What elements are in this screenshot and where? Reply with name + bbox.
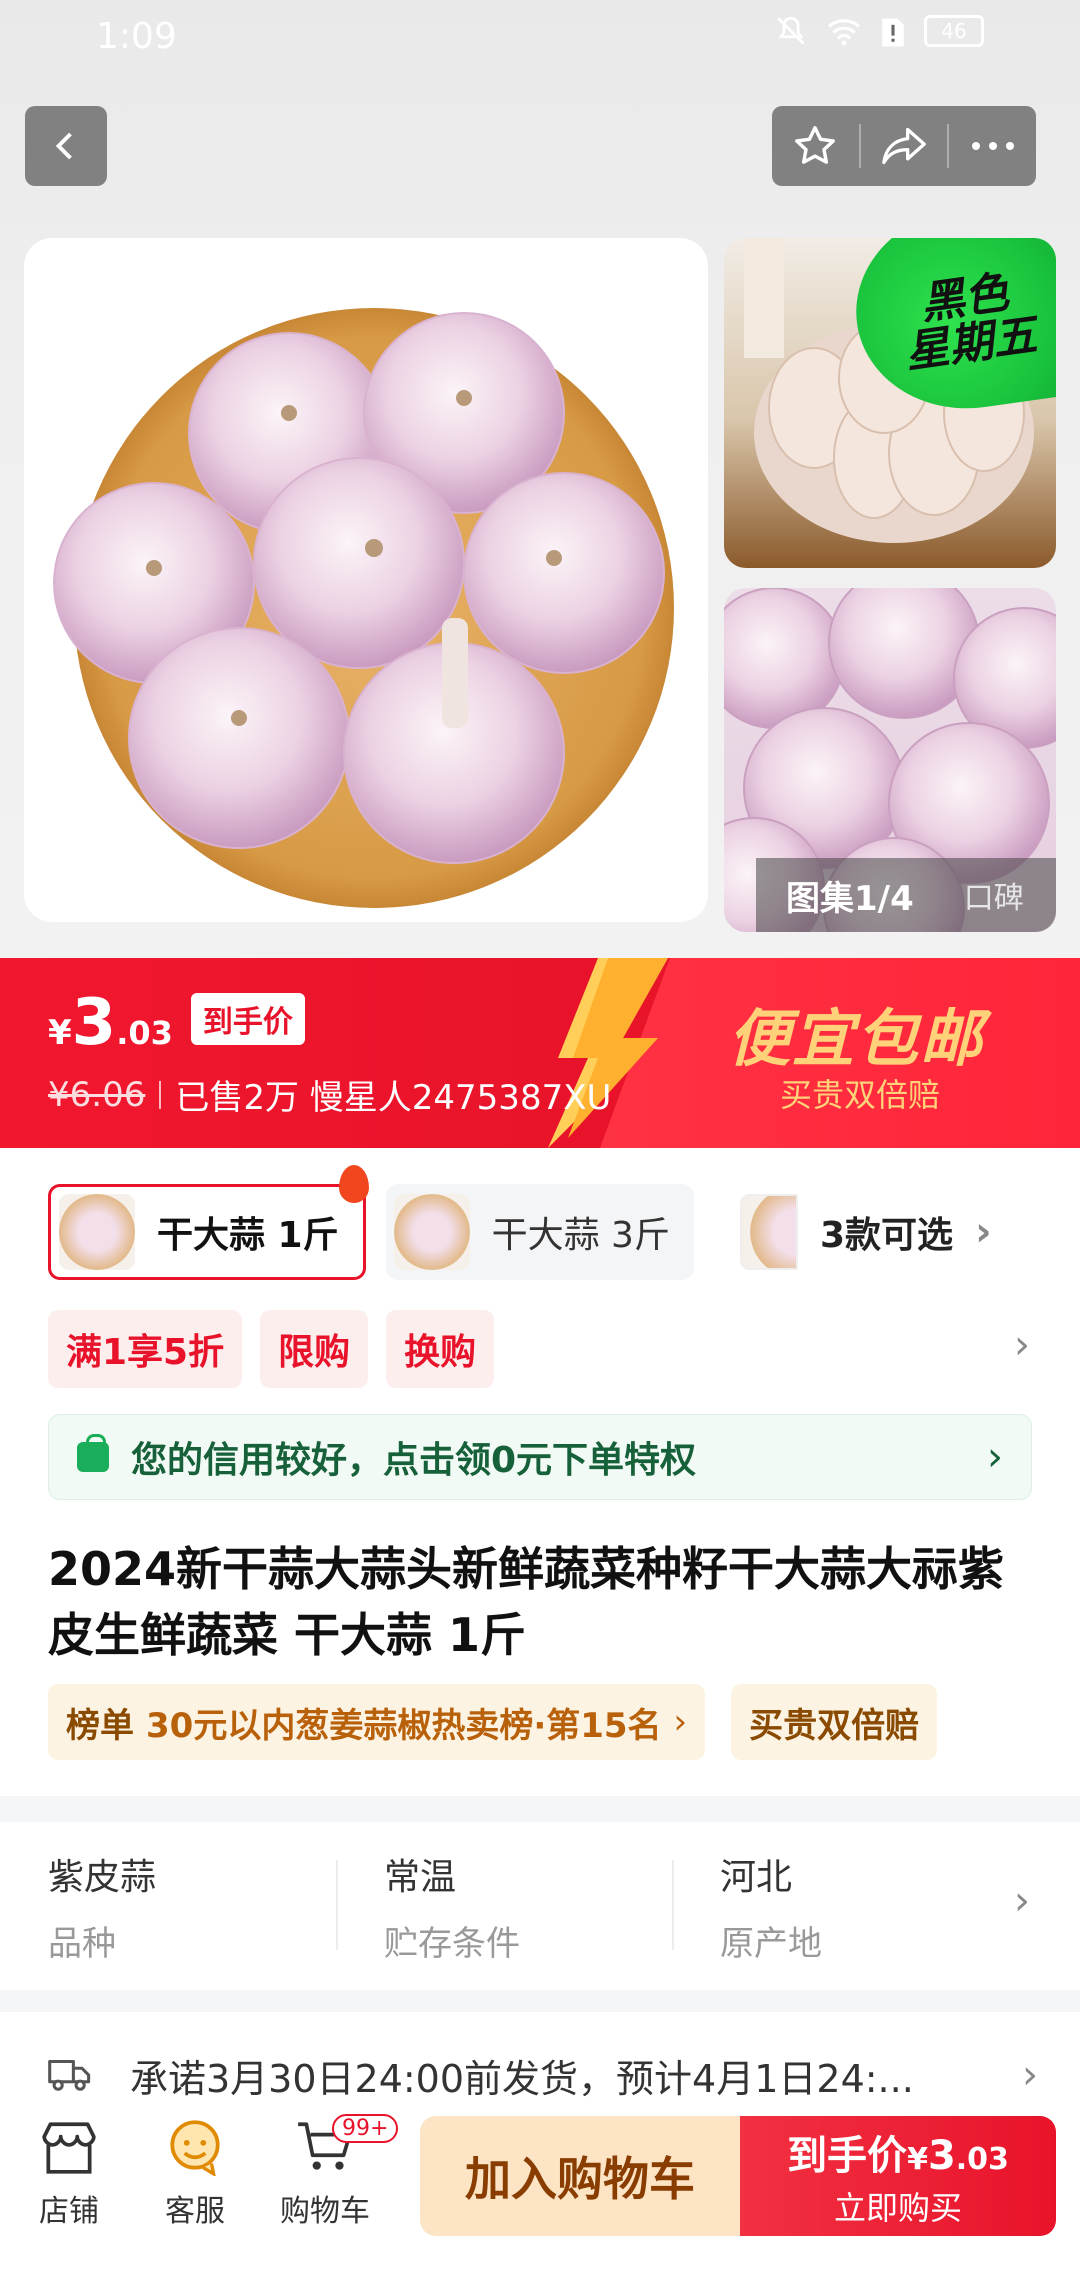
product-attributes[interactable]: 紫皮蒜 品种 常温 贮存条件 河北 原产地 › <box>0 1822 1080 1990</box>
chevron-right-icon: › <box>1014 1878 1030 1924</box>
top-actions <box>772 106 1036 186</box>
promo-tag: 换购 <box>386 1310 495 1388</box>
share-button[interactable] <box>861 106 948 186</box>
lightning-icon <box>548 958 668 1148</box>
customer-service-button[interactable]: 客服 <box>140 2118 250 2230</box>
promo-tags[interactable]: 满1享5折 限购 换购 <box>48 1310 495 1388</box>
chevron-right-icon: › <box>987 1434 1003 1480</box>
mute-bell-icon <box>777 16 805 45</box>
sim-alert-icon <box>882 18 904 47</box>
chevron-right-icon: › <box>673 1702 688 1742</box>
promo-tag: 限购 <box>260 1310 369 1388</box>
chevron-right-icon[interactable]: › <box>1014 1322 1030 1368</box>
sku-selector: 干大蒜 1斤 干大蒜 3斤 <box>48 1165 694 1280</box>
more-dots-icon <box>971 142 1014 150</box>
sku-thumbnail <box>59 1194 135 1270</box>
attribute-origin: 河北 原产地 <box>672 1848 1008 1965</box>
battery-indicator: 46 <box>924 15 984 47</box>
status-bar: 1:09 46 <box>0 0 1080 76</box>
promo-tag: 满1享5折 <box>48 1310 243 1388</box>
credit-privilege-banner[interactable]: 您的信用较好，点击领0元下单特权 › <box>48 1414 1032 1500</box>
tab-reviews[interactable]: 口碑 <box>964 873 1024 917</box>
cart-button[interactable]: 购物车 99+ <box>270 2114 399 2230</box>
chevron-right-icon: › <box>975 1209 992 1255</box>
tab-gallery[interactable]: 图集1/4 <box>786 871 914 920</box>
garlic-plate-image <box>53 308 674 908</box>
gallery-thumbnail[interactable]: 黑色 星期五 <box>724 238 1056 568</box>
final-price-tag: 到手价 <box>190 993 305 1045</box>
sku-option-1jin[interactable]: 干大蒜 1斤 <box>48 1165 369 1280</box>
shop-button[interactable]: 店铺 <box>14 2118 124 2230</box>
favorite-button[interactable] <box>772 106 859 186</box>
star-icon <box>795 126 836 164</box>
price-guarantee-badge[interactable]: 买贵双倍赔 <box>731 1684 938 1760</box>
add-to-cart-button[interactable]: 加入购物车 <box>420 2116 740 2236</box>
price-banner: ¥ 3 .03 到手价 ¥6.06 已售2万 慢星人2475387XU 便宜包邮… <box>0 958 1080 1148</box>
sales-info: ¥6.06 已售2万 慢星人2475387XU <box>48 1070 611 1119</box>
hot-flame-icon <box>338 1165 369 1203</box>
product-gallery[interactable]: 1:09 46 黑色 星期五 图集1/4 口碑 <box>0 0 1080 958</box>
chevron-left-icon <box>55 132 72 160</box>
back-button[interactable] <box>25 106 107 186</box>
rank-row: 榜单 30元以内葱姜蒜椒热卖榜·第15名 › 买贵双倍赔 <box>48 1684 938 1760</box>
sku-thumbnail <box>393 1194 470 1270</box>
main-product-image[interactable] <box>24 238 708 922</box>
product-title: 2024新干蒜大蒜头新鲜蔬菜种籽干大蒜大祘紫皮生鲜蔬菜 干大蒜 1斤 <box>48 1542 1005 1662</box>
buy-now-button[interactable]: 到手价 ¥ 3 .03 立即购买 <box>740 2116 1056 2236</box>
attribute-storage: 常温 贮存条件 <box>336 1848 672 1965</box>
final-price: ¥ 3 .03 到手价 <box>48 986 305 1060</box>
service-chat-icon <box>170 2120 220 2176</box>
bottom-action-bar: 店铺 客服 购物车 99+ 加入购物车 到手价 ¥ 3 .03 立即购买 <box>0 2110 1080 2280</box>
sku-more-options[interactable]: 3款可选 › <box>740 1184 992 1280</box>
gallery-tabs: 图集1/4 口碑 <box>756 858 1056 932</box>
shipping-info[interactable]: 承诺3月30日24:00前发货，预计4月1日24:... › <box>48 2040 1038 2110</box>
sku-thumbnail <box>740 1194 798 1270</box>
shop-icon <box>42 2122 96 2174</box>
rank-badge[interactable]: 榜单 30元以内葱姜蒜椒热卖榜·第15名 › <box>48 1684 706 1760</box>
sku-option-3jin[interactable]: 干大蒜 3斤 <box>385 1184 694 1280</box>
attribute-variety: 紫皮蒜 品种 <box>48 1856 157 1964</box>
delivery-truck-icon <box>48 2059 91 2091</box>
share-arrow-icon <box>882 127 926 165</box>
shopping-bag-icon <box>77 1434 109 1472</box>
status-time: 1:09 <box>96 16 177 57</box>
promo-title: 便宜包邮 <box>728 1002 985 1075</box>
promo-subtitle: 买贵双倍赔 <box>780 1076 941 1114</box>
original-price: ¥6.06 <box>48 1074 146 1115</box>
sold-count: 已售2万 慢星人2475387XU <box>175 1078 612 1118</box>
cart-count-badge: 99+ <box>332 2114 399 2143</box>
wifi-icon <box>828 19 860 46</box>
more-button[interactable] <box>949 106 1036 186</box>
chevron-right-icon: › <box>1022 2052 1038 2098</box>
